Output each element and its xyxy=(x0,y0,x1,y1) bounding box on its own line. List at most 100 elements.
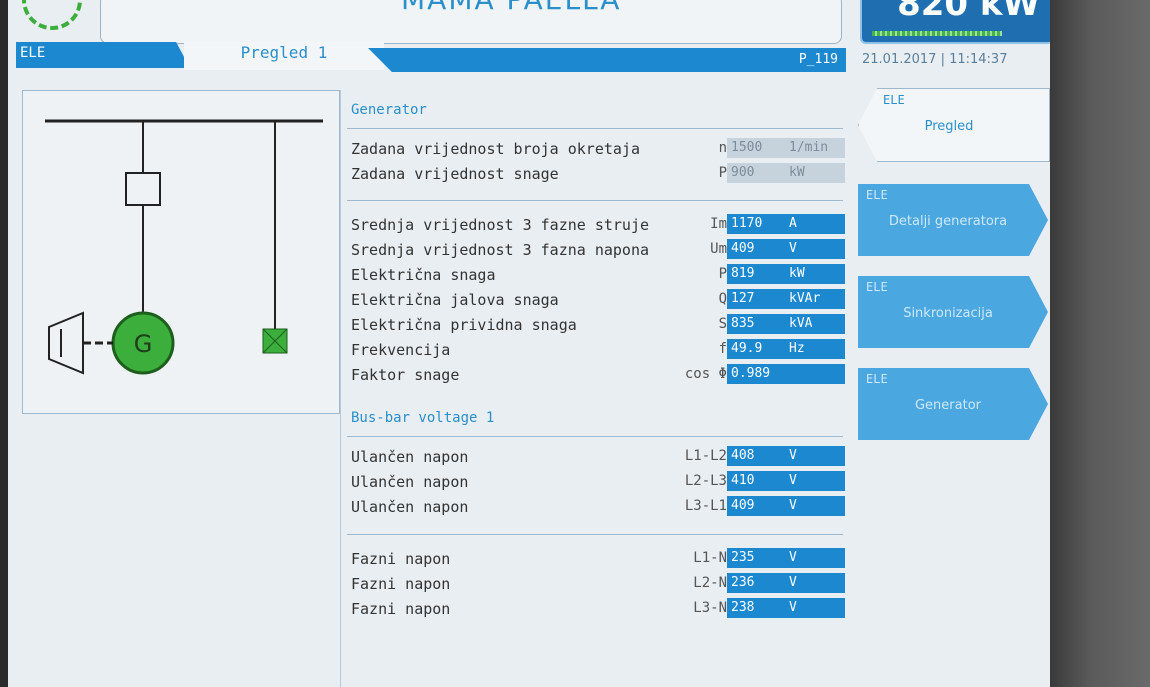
line-voltage-row: Ulančen napon L3-L1 409 V xyxy=(351,496,847,518)
nav-label: Detalji generatora xyxy=(888,214,1008,229)
row-label: Ulančen napon xyxy=(351,448,469,466)
line-voltage-row: Ulančen napon L1-L2 408 V xyxy=(351,446,847,468)
tab-bar: ELE Pregled 1 P_119 xyxy=(16,42,846,72)
row-label: Frekvencija xyxy=(351,341,451,359)
row-label: Fazni napon xyxy=(351,575,451,593)
setpoint-row-power: Zadana vrijednost snage P 900 kW xyxy=(351,163,847,185)
phase-voltage-row: Fazni napon L2-N 236 V xyxy=(351,573,847,595)
value-text: 1500 xyxy=(731,140,763,155)
row-symbol: L1-L2 xyxy=(684,448,727,464)
value-text: 49.9 xyxy=(731,341,763,356)
row-symbol: S xyxy=(718,316,727,332)
measurement-row: Električna snaga P 819 kW xyxy=(351,264,847,286)
unit-text: kVA xyxy=(789,316,813,331)
row-symbol: Q xyxy=(718,291,727,307)
value-text: 236 xyxy=(731,575,755,590)
row-symbol: L2-L3 xyxy=(684,473,727,489)
nav-tag: ELE xyxy=(866,280,888,294)
value-text: 409 xyxy=(731,241,755,256)
unit-text: V xyxy=(789,600,797,615)
nav-sinkronizacija[interactable]: ELE Sinkronizacija xyxy=(858,276,1048,348)
tab-group-ele[interactable]: ELE xyxy=(16,42,190,68)
row-label: Faktor snage xyxy=(351,366,460,384)
row-label: Fazni napon xyxy=(351,600,451,618)
value-text: 900 xyxy=(731,165,755,180)
total-power-display: 820 kW xyxy=(860,0,1050,44)
phase-voltage-row: Fazni napon L1-N 235 V xyxy=(351,548,847,570)
nav-label: Pregled xyxy=(924,119,974,134)
row-label: Električna snaga xyxy=(351,266,496,284)
monitor-bezel xyxy=(1050,0,1150,687)
diagram-svg: G xyxy=(45,119,323,375)
phase-voltage-row: Fazni napon L3-N 238 V xyxy=(351,598,847,620)
row-label: Električna jalova snaga xyxy=(351,291,559,309)
unit-text: V xyxy=(789,550,797,565)
row-label: Srednja vrijednost 3 fazna napona xyxy=(351,241,650,259)
row-symbol: P xyxy=(718,266,727,282)
unit-text: 1/min xyxy=(789,140,829,155)
datetime-display: 21.01.2017 | 11:14:37 xyxy=(862,52,1008,67)
value-text: 0.989 xyxy=(731,366,771,381)
unit-text: kW xyxy=(789,165,805,180)
total-power-value: 820 kW xyxy=(897,0,1040,24)
hmi-screen: MAMA PAELLA 820 kW 21.01.2017 | 11:14:37… xyxy=(8,0,1050,687)
row-symbol: Im xyxy=(710,216,727,232)
row-symbol: f xyxy=(718,341,727,357)
power-setpoint-field[interactable]: 900 kW xyxy=(727,163,845,183)
row-symbol: L1-N xyxy=(693,550,727,566)
value-field: 835 kVA xyxy=(727,314,845,334)
measurement-row: Električna prividna snaga S 835 kVA xyxy=(351,314,847,336)
value-field: 1170 A xyxy=(727,214,845,234)
power-level-bar xyxy=(872,31,1002,36)
value-field: 410 V xyxy=(727,471,845,491)
row-label: Fazni napon xyxy=(351,550,451,568)
generator-symbol: G xyxy=(134,330,153,358)
tab-pregled-1[interactable]: Pregled 1 xyxy=(184,42,384,70)
value-field: 409 V xyxy=(727,239,845,259)
value-text: 235 xyxy=(731,550,755,565)
measurement-row: Frekvencija f 49.9 Hz xyxy=(351,339,847,361)
value-text: 819 xyxy=(731,266,755,281)
nav-tag: ELE xyxy=(866,372,888,386)
nav-label: Sinkronizacija xyxy=(903,306,993,321)
row-label: Ulančen napon xyxy=(351,498,469,516)
unit-text: V xyxy=(789,575,797,590)
measurement-row: Električna jalova snaga Q 127 kVAr xyxy=(351,289,847,311)
value-field: 127 kVAr xyxy=(727,289,845,309)
nav-detalji-generatora[interactable]: ELE Detalji generatora xyxy=(858,184,1048,256)
nav-pregled[interactable]: ELE Pregled xyxy=(858,88,1050,162)
nav-generator[interactable]: ELE Generator xyxy=(858,368,1048,440)
value-text: 1170 xyxy=(731,216,763,231)
generator-section-title: Generator xyxy=(351,102,427,118)
nav-tag: ELE xyxy=(866,188,888,202)
tab-strip: P_119 xyxy=(368,48,846,72)
row-symbol: cos Φ xyxy=(684,366,727,382)
value-field: 235 V xyxy=(727,548,845,568)
separator xyxy=(347,436,843,437)
measurement-row: Srednja vrijednost 3 fazna napona Um 409… xyxy=(351,239,847,261)
setpoint-row-speed: Zadana vrijednost broja okretaja n 1500 … xyxy=(351,138,847,160)
row-label: Ulančen napon xyxy=(351,473,469,491)
page-code: P_119 xyxy=(798,52,838,67)
value-text: 238 xyxy=(731,600,755,615)
row-symbol: L3-N xyxy=(693,600,727,616)
value-field: 49.9 Hz xyxy=(727,339,845,359)
unit-text: kW xyxy=(789,266,805,281)
unit-text: V xyxy=(789,241,797,256)
row-symbol: L2-N xyxy=(693,575,727,591)
speed-setpoint-field[interactable]: 1500 1/min xyxy=(727,138,845,158)
unit-text: V xyxy=(789,473,797,488)
separator xyxy=(347,200,843,201)
value-field: 819 kW xyxy=(727,264,845,284)
nav-tag: ELE xyxy=(883,93,905,107)
breaker-icon[interactable] xyxy=(125,172,161,206)
value-field: 236 V xyxy=(727,573,845,593)
row-symbol: n xyxy=(718,140,727,156)
separator xyxy=(347,534,843,535)
row-symbol: L3-L1 xyxy=(684,498,727,514)
row-label: Električna prividna snaga xyxy=(351,316,577,334)
busbar-section-title: Bus-bar voltage 1 xyxy=(351,410,495,426)
value-field: 409 V xyxy=(727,496,845,516)
unit-text: V xyxy=(789,448,797,463)
row-label: Zadana vrijednost snage xyxy=(351,165,559,183)
